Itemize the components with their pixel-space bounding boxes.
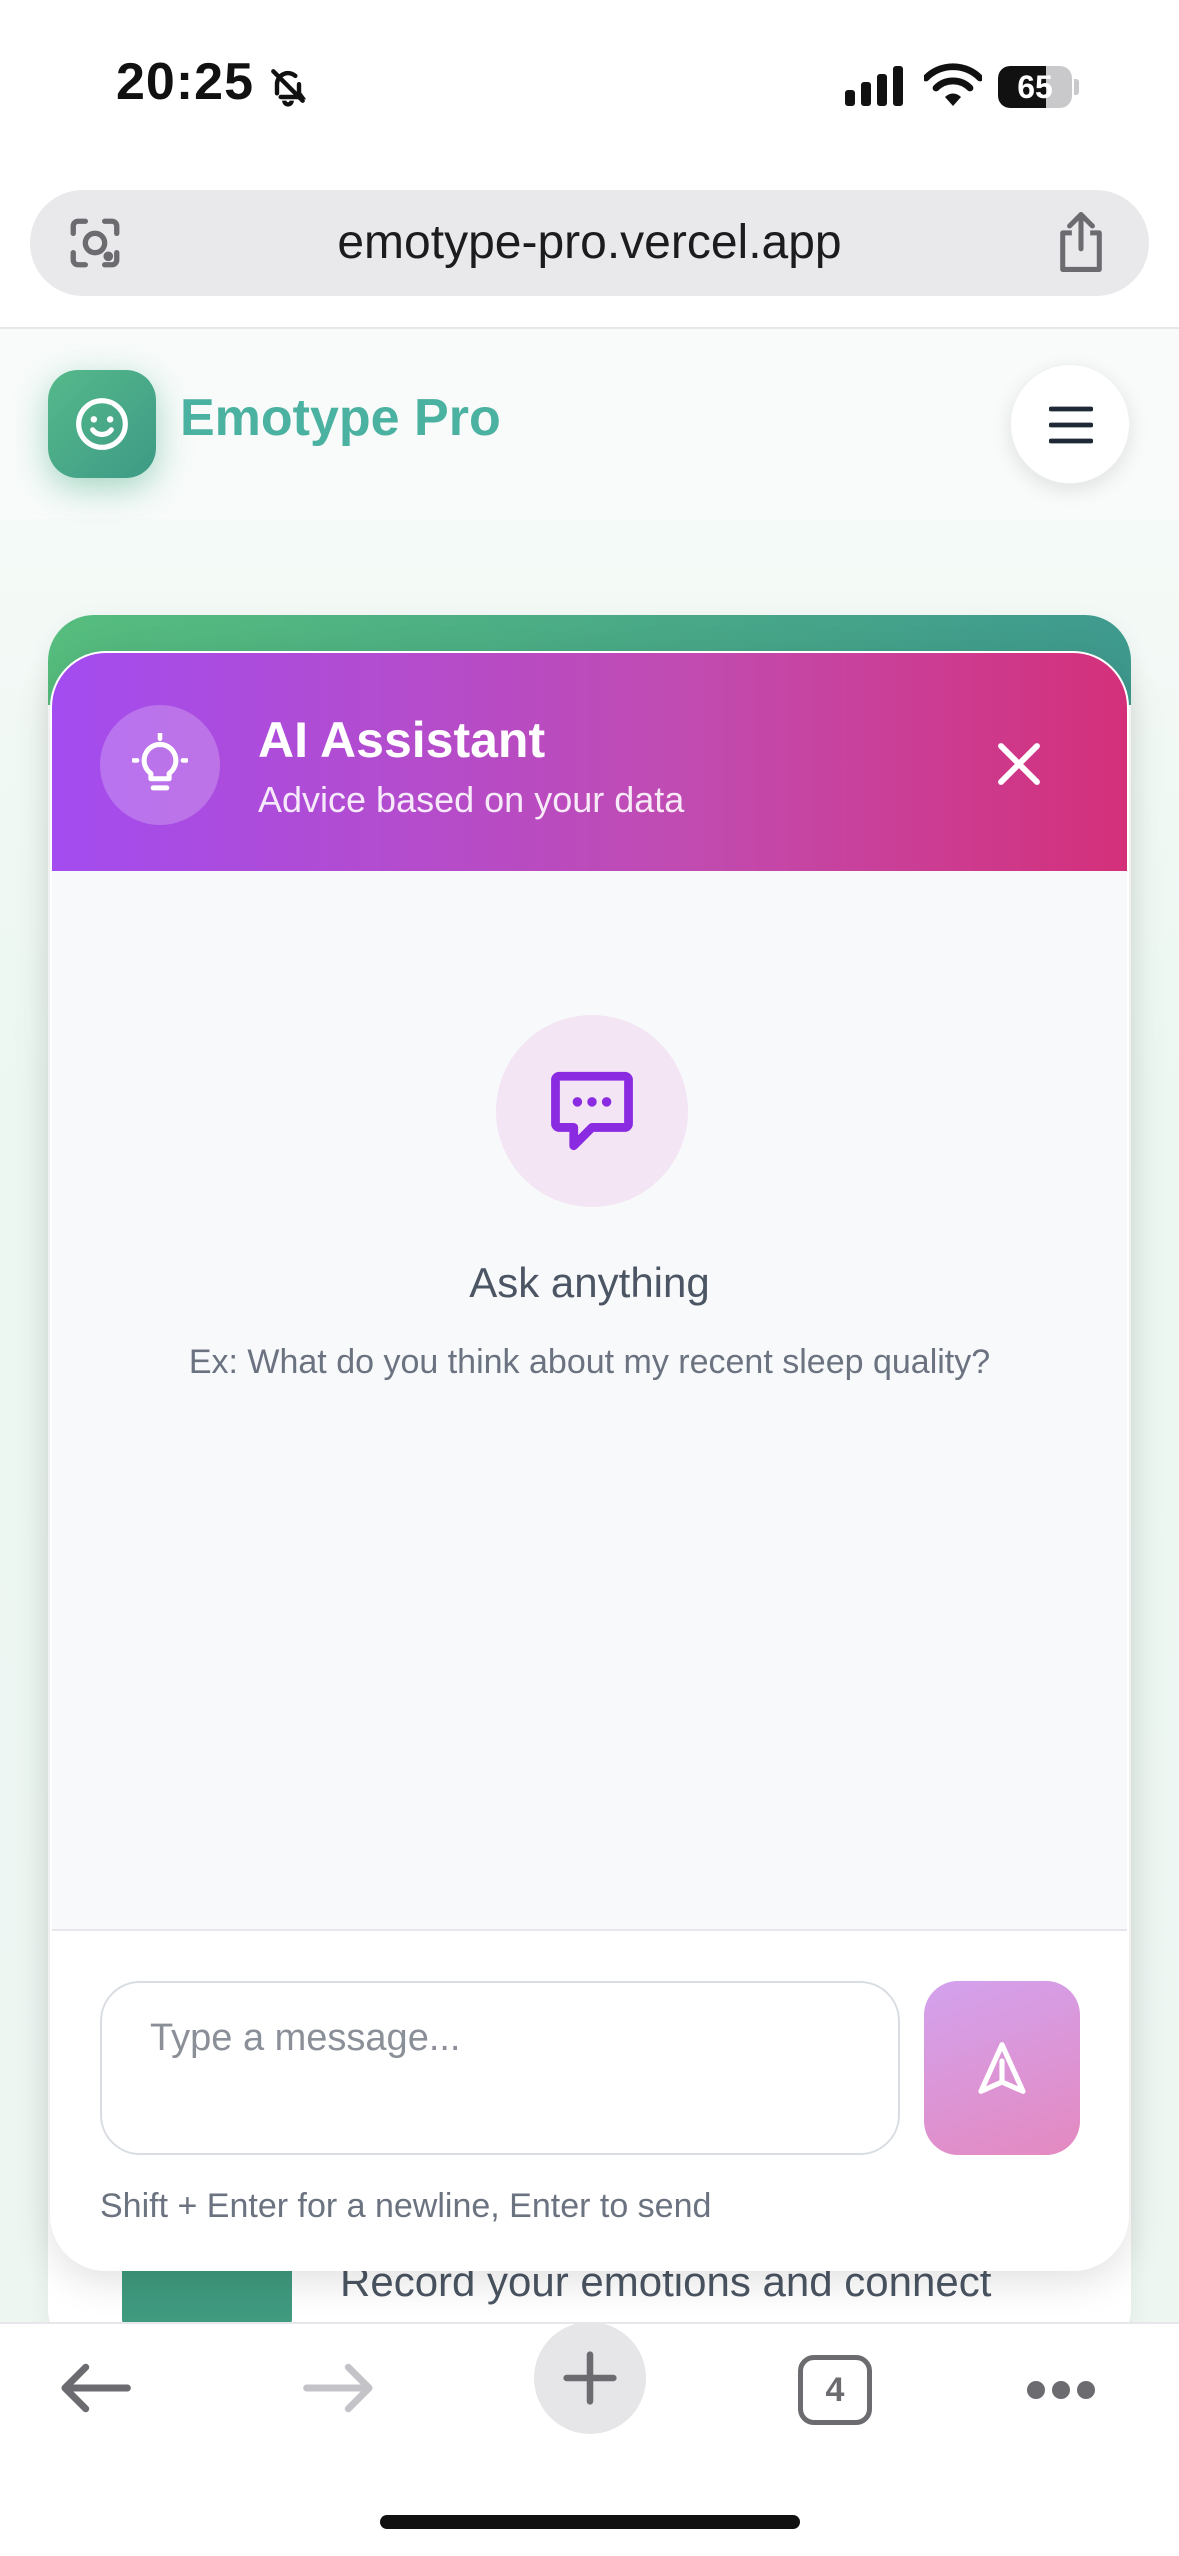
lightbulb-icon: [132, 733, 188, 791]
menu-icon: [1049, 406, 1093, 444]
forward-arrow-icon[interactable]: [302, 2360, 376, 2416]
bell-off-icon: [271, 69, 307, 107]
input-hint: Shift + Enter for a newline, Enter to se…: [100, 2187, 712, 2225]
plus-icon: [563, 2351, 617, 2405]
url-text[interactable]: emotype-pro.vercel.app: [30, 190, 1149, 296]
close-icon[interactable]: [992, 737, 1046, 791]
status-bar: 20:25 65: [0, 0, 1179, 175]
new-tab-button[interactable]: [534, 2322, 646, 2434]
more-icon[interactable]: [1026, 2378, 1096, 2402]
assistant-avatar: [100, 705, 220, 825]
chat-bubble-icon: [551, 1071, 633, 1151]
empty-state-icon: [496, 1015, 688, 1207]
wifi-icon: [924, 63, 982, 106]
battery-cap: [1074, 79, 1079, 95]
message-input-area: Shift + Enter for a newline, Enter to se…: [52, 1929, 1127, 2269]
empty-state-hint: Ex: What do you think about my recent sl…: [188, 1343, 991, 1381]
battery-body: 65: [998, 66, 1072, 108]
menu-button[interactable]: [1010, 364, 1130, 484]
status-time: 20:25: [116, 53, 254, 111]
ai-assistant-panel: AI Assistant Advice based on your data A…: [50, 651, 1129, 2271]
home-indicator: [380, 2515, 800, 2529]
share-icon[interactable]: [1053, 210, 1109, 274]
tabs-button[interactable]: 4: [798, 2355, 872, 2425]
chat-header: AI Assistant Advice based on your data: [52, 653, 1127, 871]
empty-state-title: Ask anything: [469, 1259, 710, 1306]
send-icon: [978, 2042, 1026, 2094]
send-button[interactable]: [924, 1981, 1080, 2155]
app-header: [0, 329, 1179, 519]
signal-icon: [845, 66, 903, 106]
message-input[interactable]: [100, 1981, 900, 2155]
url-bar[interactable]: emotype-pro.vercel.app: [30, 190, 1149, 296]
battery-icon: 65: [998, 66, 1079, 108]
assistant-title: AI Assistant: [258, 712, 546, 768]
battery-level: 65: [1017, 69, 1053, 105]
app-title[interactable]: Emotype Pro: [180, 388, 501, 448]
app-logo[interactable]: [48, 370, 156, 478]
back-arrow-icon[interactable]: [58, 2360, 132, 2416]
smile-icon: [76, 398, 128, 450]
assistant-subtitle: Advice based on your data: [258, 779, 685, 820]
